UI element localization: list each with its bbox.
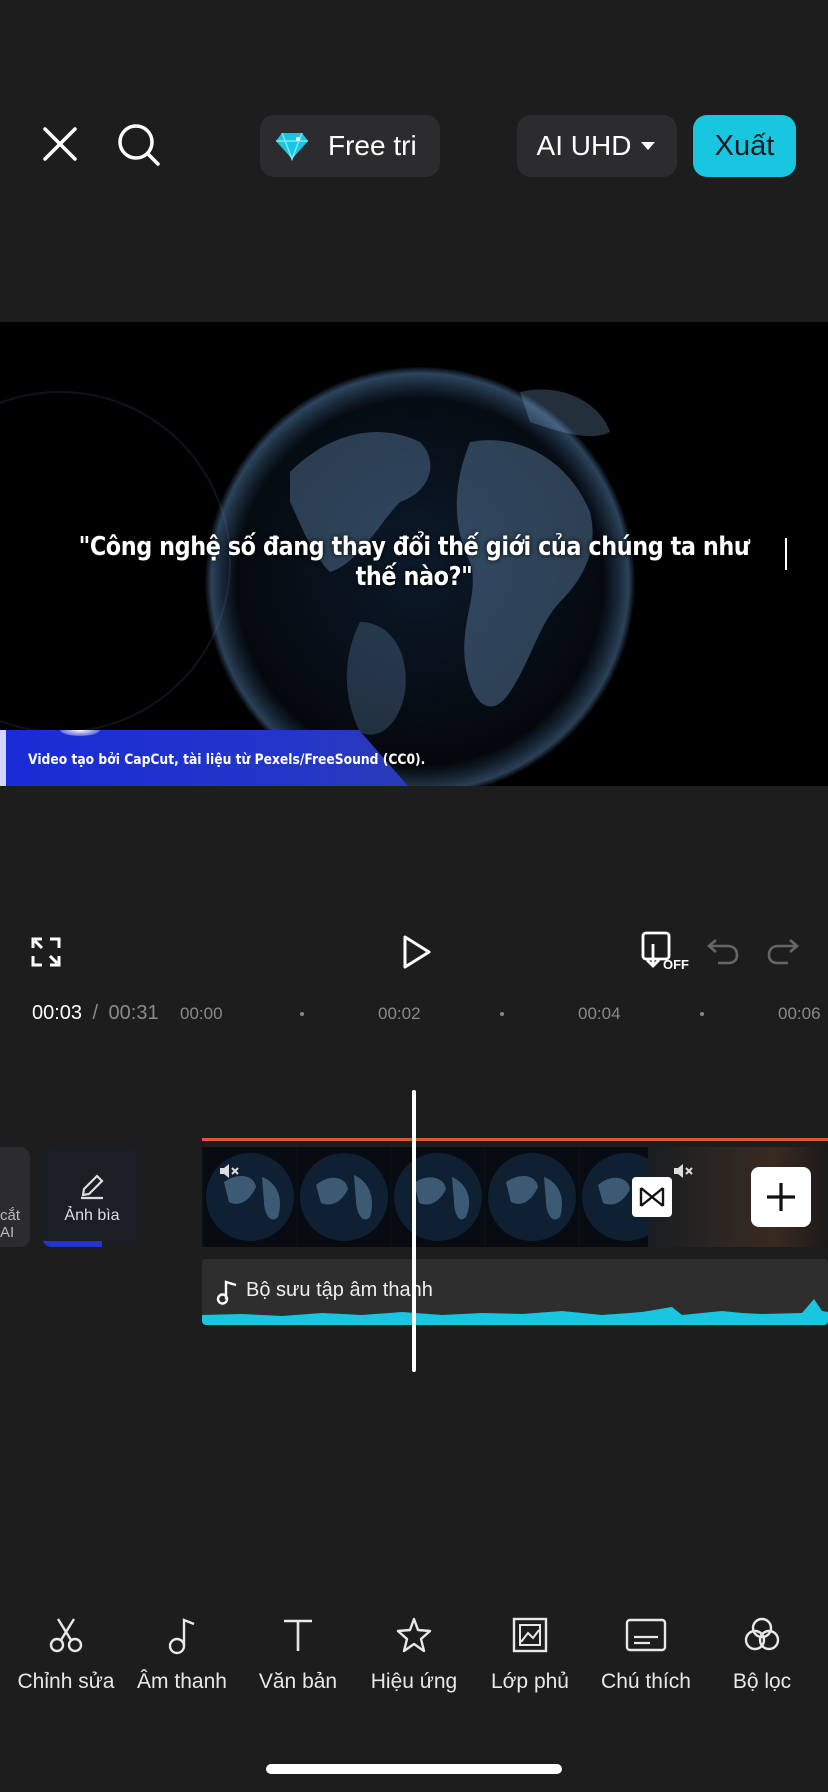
toolbar-effects[interactable]: Hiệu ứng <box>356 1615 472 1694</box>
quality-dropdown[interactable]: AI UHD <box>517 115 677 177</box>
transition-icon <box>639 1187 665 1207</box>
audio-track[interactable]: Bộ sưu tập âm thanh <box>202 1259 828 1325</box>
time-tick: 00:02 <box>378 1004 421 1023</box>
video-caption[interactable]: "Công nghệ số đang thay đổi thế giới của… <box>58 532 770 592</box>
clip-thumbnail <box>298 1147 390 1247</box>
toolbar-audio-label: Âm thanh <box>137 1670 227 1693</box>
close-icon <box>43 127 77 161</box>
ai-cut-button[interactable]: cắt AI <box>0 1147 30 1247</box>
mute-icon[interactable] <box>218 1162 240 1180</box>
home-indicator <box>266 1764 562 1774</box>
text-icon <box>284 1619 312 1651</box>
transition-button[interactable] <box>632 1177 672 1217</box>
add-clip-button[interactable] <box>751 1167 811 1227</box>
effects-star-icon <box>396 1617 432 1653</box>
filter-icon <box>744 1617 780 1651</box>
play-button[interactable] <box>396 930 436 974</box>
time-tick: 00:00 <box>180 1004 223 1023</box>
search-button[interactable] <box>114 120 164 170</box>
total-time: 00:31 <box>108 1002 159 1024</box>
music-note-icon <box>168 1618 195 1655</box>
toolbar-text[interactable]: Văn bản <box>240 1615 356 1694</box>
scissors-icon <box>49 1618 83 1653</box>
playhead[interactable] <box>412 1090 416 1372</box>
expand-icon <box>31 937 61 967</box>
fullscreen-button[interactable] <box>26 932 66 972</box>
toolbar-effects-label: Hiệu ứng <box>370 1670 458 1693</box>
toolbar-overlay-label: Lớp phủ <box>490 1670 569 1693</box>
free-trial-label: Free tri <box>328 130 417 161</box>
undo-button[interactable] <box>704 934 742 968</box>
music-note-icon <box>216 1280 237 1305</box>
toolbar-filter-label: Bộ lọc <box>732 1670 792 1693</box>
edit-pencil-icon <box>81 1174 104 1200</box>
toolbar-text-label: Văn bản <box>258 1670 338 1693</box>
clip-top-border <box>202 1138 828 1141</box>
captions-icon <box>625 1618 667 1652</box>
watermark-text: Video tạo bởi CapCut, tài liệu từ Pexels… <box>28 752 426 768</box>
toolbar-edit-label: Chỉnh sửa <box>17 1670 115 1693</box>
toolbar-audio[interactable]: Âm thanh <box>124 1615 240 1694</box>
off-badge: OFF <box>663 957 689 972</box>
video-clip[interactable] <box>202 1147 828 1247</box>
close-button[interactable] <box>36 120 84 168</box>
tick-dot <box>500 1012 504 1016</box>
plus-icon <box>767 1183 795 1211</box>
cover-button[interactable]: Ảnh bìa <box>42 1147 142 1247</box>
clip-thumbnail <box>486 1147 578 1247</box>
overlay-icon <box>512 1617 548 1653</box>
time-tick: 00:04 <box>578 1004 621 1023</box>
current-time: 00:03 <box>32 1002 83 1024</box>
redo-button[interactable] <box>764 934 802 968</box>
tick-dot <box>300 1012 304 1016</box>
redo-icon <box>767 939 799 965</box>
diamond-icon <box>276 132 308 161</box>
play-icon <box>403 935 431 969</box>
chevron-down-icon <box>641 142 656 150</box>
text-cursor <box>785 538 787 570</box>
quality-label: AI UHD <box>536 130 632 161</box>
export-button[interactable]: Xuất <box>693 115 796 177</box>
time-tick: 00:06 <box>778 1004 821 1023</box>
toolbar-filter[interactable]: Bộ lọc <box>704 1615 820 1694</box>
tick-dot <box>700 1012 704 1016</box>
time-separator: / <box>92 1002 99 1024</box>
ai-cut-label: cắt AI <box>0 1207 21 1241</box>
toolbar-captions[interactable]: Chú thích <box>588 1615 704 1694</box>
undo-icon <box>707 939 739 965</box>
toolbar-edit[interactable]: Chỉnh sửa <box>8 1615 124 1694</box>
clip-thumbnail <box>392 1147 484 1247</box>
audio-label: Bộ sưu tập âm thanh <box>246 1279 433 1301</box>
search-icon <box>118 124 160 166</box>
playback-time: 00:03 / 00:31 <box>32 1002 159 1025</box>
toolbar-captions-label: Chú thích <box>601 1670 691 1693</box>
mute-icon[interactable] <box>672 1162 694 1180</box>
cover-label: Ảnh bìa <box>64 1207 120 1224</box>
free-trial-button[interactable]: Free tri <box>260 115 440 177</box>
toolbar-overlay[interactable]: Lớp phủ <box>472 1615 588 1694</box>
